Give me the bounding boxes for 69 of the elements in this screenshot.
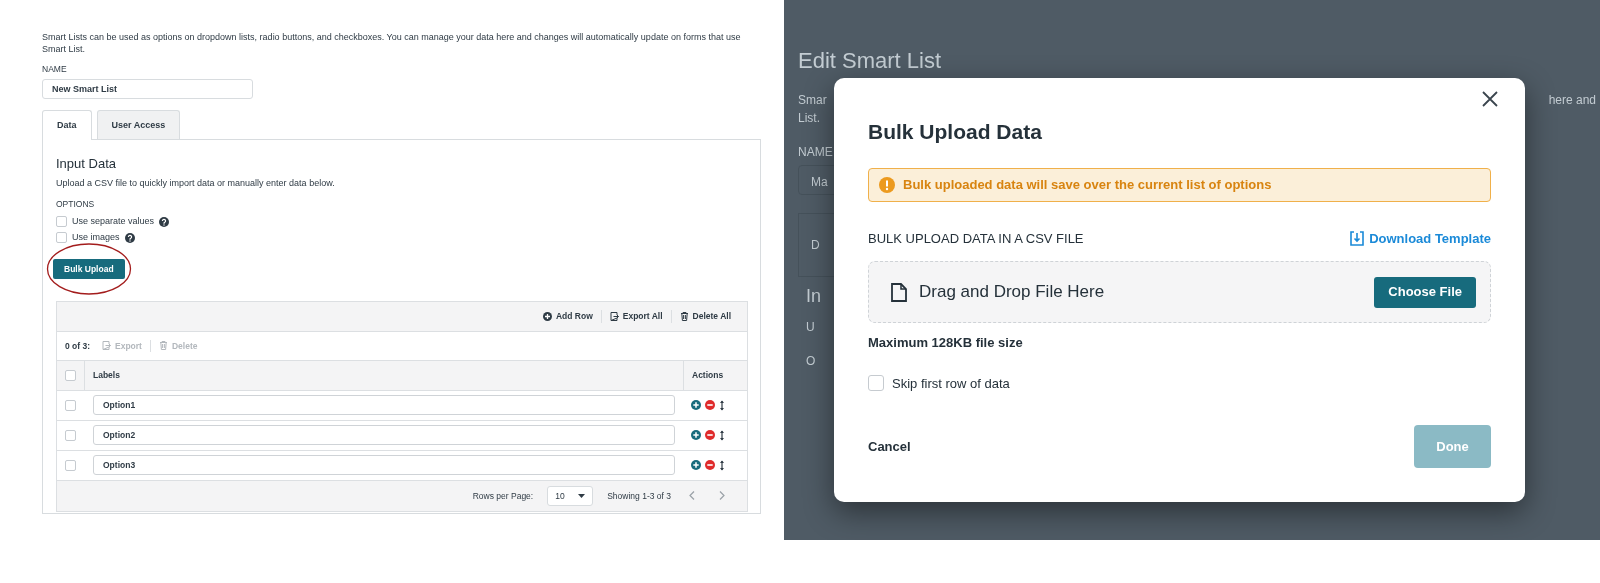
minus-circle-icon[interactable] [705,460,715,471]
help-icon [124,232,135,243]
trash-icon [158,341,168,351]
warning-icon [879,176,895,193]
warning-text: Bulk uploaded data will save over the current list of options [903,175,1272,194]
toolbar-button[interactable]: Delete All [670,310,739,323]
page-title: Edit Smart List [798,47,943,75]
download-template-link[interactable]: Download Template [1350,228,1491,248]
option-field[interactable]: Option3 [93,455,675,476]
tab[interactable]: User Access [96,110,181,140]
export-icon [102,341,112,351]
plus-circle-icon[interactable] [691,460,701,471]
download-icon [1350,230,1365,246]
close-icon[interactable] [1481,90,1499,108]
description-text: Smar [798,92,827,109]
plus-circle-icon[interactable] [691,400,701,411]
checkbox[interactable] [868,375,884,392]
plus-circle-icon [542,311,552,321]
checkbox-label: Skip first row of data [892,374,1010,393]
section-title: In [806,285,822,308]
row-checkbox[interactable] [65,429,76,441]
name-field[interactable]: New Smart List [42,79,253,100]
column-header: Labels [92,369,121,382]
export-icon [609,311,619,321]
description-text: Smart Lists can be used as options on dropdown lists, radio buttons, and checkboxes. You can manage your data here and changes will automatically update on forms that use Smart List. [42,32,742,56]
rows-per-page-select[interactable]: 10 [547,485,594,506]
section-subtitle: Upload a CSV file to quickly import data or manually enter data below. [56,176,336,190]
section-label: BULK UPLOAD DATA IN A CSV FILE [868,229,1084,248]
field-label: NAME [798,144,834,161]
checkbox[interactable] [56,232,67,244]
description-text: List. [798,110,821,127]
bulk-upload-button[interactable]: Bulk Upload [53,258,125,279]
field-label: NAME [42,63,68,77]
select-all-checkbox[interactable] [65,369,76,381]
options-label: O [806,353,817,370]
section-subtitle: U [806,319,816,336]
toolbar-button[interactable]: Export All [600,310,671,323]
cancel-button[interactable]: Cancel [868,436,911,457]
select-value: 10 [555,489,565,503]
caret-icon [578,493,586,498]
options-label: OPTIONS [56,198,96,211]
option-field[interactable]: Option2 [93,425,675,446]
toolbar-button[interactable]: Add Row [534,310,601,323]
option-label: Use separate values [72,215,155,229]
row-checkbox[interactable] [65,399,76,411]
plus-circle-icon[interactable] [691,430,701,441]
file-icon [891,282,907,302]
drag-handle-icon[interactable] [719,459,725,471]
column-header: Actions [692,369,724,382]
file-size-note: Maximum 128KB file size [868,334,1024,352]
section-title: Input Data [56,155,117,174]
pagination-text: Showing 1-3 of 3 [607,489,671,503]
option-field[interactable]: Option1 [93,395,675,416]
checkbox[interactable] [56,216,67,228]
tab[interactable]: Data [42,110,92,141]
drop-text: Drag and Drop File Here [919,281,1105,304]
drag-handle-icon[interactable] [719,399,725,411]
choose-file-button[interactable]: Choose File [1374,276,1476,308]
drag-handle-icon[interactable] [719,429,725,441]
selection-count: 0 of 3: [65,339,91,353]
modal-title: Bulk Upload Data [868,119,1043,145]
option-label: Use images [72,231,120,245]
row-checkbox[interactable] [65,459,76,471]
help-icon [159,216,170,227]
minus-circle-icon[interactable] [705,430,715,441]
minus-circle-icon[interactable] [705,400,715,411]
rows-per-page-label: Rows per Page: [472,489,534,503]
trash-icon [679,311,689,321]
description-text: here and [1548,92,1596,109]
